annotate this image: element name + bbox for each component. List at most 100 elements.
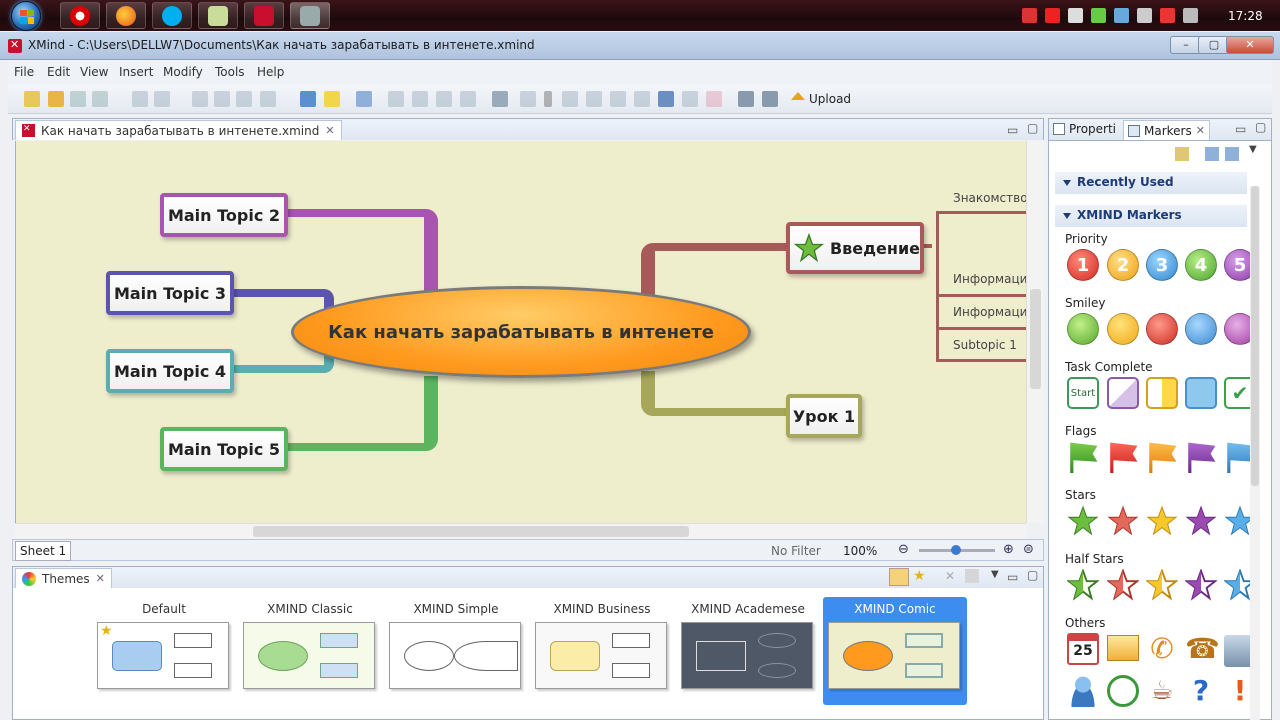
coffee-icon[interactable]: ☕ — [1146, 675, 1178, 707]
update-icon[interactable] — [1114, 8, 1129, 23]
presentation-icon[interactable] — [300, 91, 316, 107]
close-button[interactable]: ✕ — [1226, 36, 1274, 54]
export-icon[interactable] — [762, 91, 778, 107]
upload-button[interactable]: Upload — [791, 89, 851, 109]
star-purple-icon[interactable] — [1185, 505, 1217, 537]
drill-down-icon[interactable] — [356, 91, 372, 107]
theme-default[interactable]: Default ★ — [97, 588, 231, 689]
markers-scrollbar[interactable] — [1250, 186, 1260, 720]
zoom-in-icon[interactable]: ⊕ — [1003, 542, 1014, 557]
relationship-icon[interactable] — [682, 91, 698, 107]
redo-icon[interactable] — [154, 91, 170, 107]
opera-taskbar-button[interactable] — [60, 2, 100, 29]
task-three-quarter-icon[interactable] — [1185, 377, 1217, 409]
volume-icon[interactable] — [1137, 8, 1152, 23]
right-panel-minimize-icon[interactable]: ▭ — [1235, 122, 1246, 136]
summary-icon[interactable] — [634, 91, 650, 107]
menu-tools[interactable]: Tools — [215, 65, 245, 79]
cut-icon[interactable] — [192, 91, 208, 107]
themes-minimize-icon[interactable]: ▭ — [1007, 570, 1018, 584]
half-star-purple-icon[interactable] — [1185, 569, 1217, 601]
import-icon[interactable] — [738, 91, 754, 107]
brainstorm-bulb-icon[interactable] — [324, 91, 340, 107]
smiley-laugh-icon[interactable] — [1107, 313, 1139, 345]
markers-menu-icon[interactable]: ▼ — [1249, 144, 1257, 155]
section-recently-used[interactable]: Recently Used — [1055, 172, 1247, 194]
star-yellow-icon[interactable] — [1146, 505, 1178, 537]
task-quarter-icon[interactable] — [1107, 377, 1139, 409]
ati-icon[interactable] — [1045, 8, 1060, 23]
image-icon[interactable] — [520, 91, 536, 107]
priority-2-icon[interactable]: 2 — [1107, 249, 1139, 281]
attachment-icon[interactable] — [492, 91, 508, 107]
theme-delete-icon[interactable]: ✕ — [945, 569, 955, 583]
themes-menu-icon[interactable]: ▼ — [991, 569, 999, 580]
delete-icon[interactable] — [260, 91, 276, 107]
editor-maximize-icon[interactable]: ▢ — [1027, 121, 1038, 135]
themes-tab-close-icon[interactable]: ✕ — [96, 572, 105, 585]
menu-edit[interactable]: Edit — [47, 65, 70, 79]
vertical-scroll-thumb[interactable] — [1030, 289, 1041, 389]
shield-icon[interactable] — [1091, 8, 1106, 23]
topic-lesson-1[interactable]: Урок 1 — [786, 394, 862, 438]
flag-red-icon[interactable] — [1110, 442, 1138, 473]
tab-markers[interactable]: Markers ✕ — [1123, 120, 1210, 140]
subtopic-3[interactable]: Информаци — [953, 305, 1026, 319]
image-dropdown-icon[interactable] — [544, 91, 552, 107]
warning-icon[interactable] — [1160, 8, 1175, 23]
skype-taskbar-button[interactable] — [152, 2, 192, 29]
insert-parent-icon[interactable] — [460, 91, 476, 107]
question-icon[interactable]: ? — [1185, 675, 1217, 707]
filter-status[interactable]: No Filter — [771, 544, 821, 558]
notepad-taskbar-button[interactable] — [198, 2, 238, 29]
star-red-icon[interactable] — [1107, 505, 1139, 537]
firefox-taskbar-button[interactable] — [106, 2, 146, 29]
copy-icon[interactable] — [214, 91, 230, 107]
menu-file[interactable]: File — [14, 65, 34, 79]
usb-icon[interactable] — [1183, 8, 1198, 23]
align-icon[interactable] — [658, 91, 674, 107]
zoom-out-icon[interactable]: ⊖ — [898, 542, 909, 557]
telephone-icon[interactable]: ☎ — [1185, 633, 1220, 665]
priority-3-icon[interactable]: 3 — [1146, 249, 1178, 281]
canvas-horizontal-scrollbar[interactable] — [15, 523, 1026, 539]
menu-view[interactable]: View — [80, 65, 108, 79]
topic-main-5[interactable]: Main Topic 5 — [160, 427, 288, 471]
theme-xmind-classic[interactable]: XMIND Classic — [243, 588, 377, 689]
menu-help[interactable]: Help — [257, 65, 284, 79]
import-markers-icon[interactable] — [1205, 147, 1219, 161]
priority-4-icon[interactable]: 4 — [1185, 249, 1217, 281]
notes-icon[interactable] — [586, 91, 602, 107]
smiley-cry-icon[interactable] — [1185, 313, 1217, 345]
flag-green-icon[interactable] — [1070, 442, 1098, 473]
editor-tab[interactable]: Как начать зарабатывать в интенете.xmind… — [15, 120, 342, 140]
clock-icon[interactable] — [1107, 675, 1139, 707]
theme-new-icon[interactable] — [965, 569, 979, 583]
themes-maximize-icon[interactable]: ▢ — [1027, 568, 1038, 582]
task-half-icon[interactable] — [1146, 377, 1178, 409]
mindmap-canvas[interactable]: Как начать зарабатывать в интенете Main … — [15, 141, 1026, 523]
insert-topic-before-icon[interactable] — [436, 91, 452, 107]
clock[interactable]: 17:28 — [1228, 9, 1268, 23]
save-icon[interactable] — [70, 91, 86, 107]
smiley-angry-icon[interactable] — [1146, 313, 1178, 345]
right-panel-maximize-icon[interactable]: ▢ — [1255, 120, 1266, 134]
phone-icon[interactable]: ✆ — [1146, 633, 1178, 665]
undo-icon[interactable] — [132, 91, 148, 107]
topic-intro[interactable]: Введение — [786, 222, 924, 274]
editor-minimize-icon[interactable]: ▭ — [1007, 123, 1018, 137]
star-green-icon[interactable] — [1067, 505, 1099, 537]
stop-icon[interactable] — [706, 91, 722, 107]
sheet-tab[interactable]: Sheet 1 — [15, 541, 72, 561]
network-icon[interactable] — [1068, 8, 1083, 23]
task-start-icon[interactable]: Start — [1067, 377, 1099, 409]
topic-main-4[interactable]: Main Topic 4 — [106, 349, 234, 393]
marker-icon[interactable] — [610, 91, 626, 107]
paste-icon[interactable] — [236, 91, 252, 107]
export-markers-icon[interactable] — [1225, 147, 1239, 161]
topic-main-2[interactable]: Main Topic 2 — [160, 193, 288, 237]
flag-orange-icon[interactable] — [1149, 442, 1177, 473]
new-workbook-icon[interactable] — [24, 91, 40, 107]
subtopic-4[interactable]: Subtopic 1 — [953, 338, 1017, 352]
zoom-level[interactable]: 100% — [843, 544, 877, 558]
